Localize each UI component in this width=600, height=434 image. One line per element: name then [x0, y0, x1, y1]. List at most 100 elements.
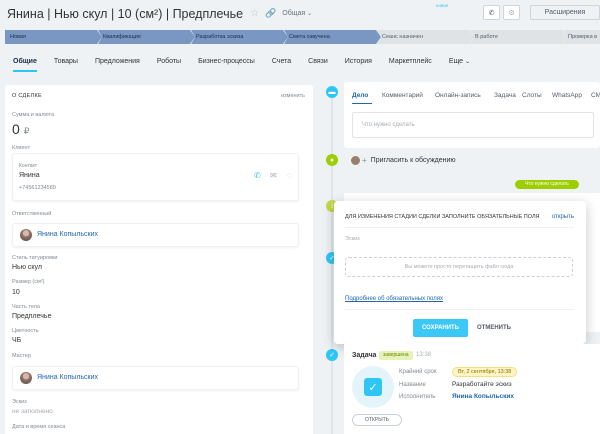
stage-estimate[interactable]: Смета озвучена [284, 30, 381, 44]
tab-task[interactable]: Задача [494, 92, 516, 99]
size-label: Размер (см²) [12, 279, 45, 285]
chat-icon[interactable]: ◌ [287, 171, 292, 180]
phone-icon: ✆ [488, 9, 495, 17]
task-icon: ✓ [326, 349, 338, 361]
open-link[interactable]: открыть [552, 214, 574, 220]
sketch-field-label: Эскиз [345, 236, 360, 242]
stage-review[interactable]: Проверка в [563, 30, 600, 44]
responsible-name[interactable]: Янина Копыльских [37, 231, 98, 238]
active-tab-underline [352, 103, 372, 104]
activity-editor: Дело Комментарий Онлайн-запись Задача Сл… [344, 82, 600, 148]
tab-business-processes[interactable]: Бизнес-процессы [198, 52, 255, 72]
currency-sign: ₽ [23, 126, 30, 136]
tab-robots[interactable]: Роботы [157, 52, 181, 72]
extensions-label: Расширения [544, 9, 586, 16]
stage-qualification[interactable]: Квалификация [98, 30, 195, 44]
gear-icon: ⚙ [508, 9, 515, 17]
master-name[interactable]: Янина Копыльских [37, 374, 98, 381]
tab-invoices[interactable]: Счета [272, 52, 291, 72]
tab-comment[interactable]: Комментарий [382, 92, 423, 99]
invite-label: Пригласить к обсуждению [370, 157, 456, 164]
stage-pipeline: Новая Квалификация Разработка эскиза Сме… [5, 30, 600, 44]
responsible-user[interactable]: Янина Копыльских [12, 223, 299, 247]
contact-phone[interactable]: +74561234589 [19, 185, 56, 191]
divider [345, 309, 574, 310]
todo-badge: Что нужно сделать [515, 180, 579, 189]
cancel-button[interactable]: ОТМЕНИТЬ [474, 319, 514, 337]
star-icon[interactable]: ☆ [250, 8, 259, 19]
required-fields-popup: ДЛЯ ИЗМЕНЕНИЯ СТАДИИ СДЕЛКИ ЗАПОЛНИТЕ ОБ… [334, 201, 586, 344]
phone-button[interactable]: ✆ [483, 5, 500, 20]
tab-marketplace[interactable]: Маркетплейс [389, 52, 432, 72]
avatar [20, 372, 32, 384]
tab-links[interactable]: Связи [308, 52, 328, 72]
stage-new[interactable]: Новая [5, 30, 102, 44]
open-task-button[interactable]: ОТКРЫТЬ [352, 414, 402, 426]
contact-name[interactable]: Янина [19, 172, 40, 179]
tab-online-booking[interactable]: Онлайн-запись [435, 92, 481, 99]
phone-icon[interactable]: ✆ [254, 171, 261, 180]
master-user[interactable]: Янина Копыльских [12, 366, 299, 390]
deal-info-card: О СДЕЛКЕ изменить Сумма и валюта 0 ₽ Кли… [5, 85, 313, 434]
required-fields-link[interactable]: Подробнее об обязательных полях [345, 296, 443, 302]
tab-general[interactable]: Общие [13, 52, 37, 72]
stage-scheduled[interactable]: Сеанс назначен [377, 30, 474, 44]
category-label: Общая [282, 10, 306, 17]
popup-heading: ДЛЯ ИЗМЕНЕНИЯ СТАДИИ СДЕЛКИ ЗАПОЛНИТЕ ОБ… [345, 214, 540, 220]
tab-slots[interactable]: Слоты [522, 92, 542, 99]
tab-more-label: Еще [448, 58, 464, 65]
contact-label: Контакт [19, 163, 38, 169]
file-dropzone[interactable]: Вы можете просто перетащить файл сюда [345, 257, 573, 277]
settings-button[interactable]: ⚙ [503, 5, 520, 20]
contact-card: Контакт Янина +74561234589 ✆ ✉ ◌ [12, 153, 299, 201]
invite-to-discussion[interactable]: + Пригласить к обсуждению [351, 156, 456, 165]
body-part-label: Часть тела [12, 304, 40, 310]
tab-sms[interactable]: СМ [591, 92, 600, 99]
edit-link[interactable]: изменить [281, 93, 305, 99]
task-card: Задача завершена 13:38 ✓ Крайний срок Вт… [344, 344, 600, 434]
size-value: 10 [12, 289, 20, 296]
executor-name[interactable]: Янина Копыльских [452, 393, 514, 400]
timeline-item-bg [586, 202, 600, 332]
link-icon[interactable]: 🔗 [265, 8, 276, 19]
client-label: Клиент [12, 145, 31, 151]
task-time: 13:38 [416, 352, 432, 358]
category-dropdown[interactable]: Общая ⌄ [282, 10, 312, 17]
color-value: ЧБ [12, 337, 22, 344]
checkbox-icon: ✓ [364, 378, 382, 396]
tab-products[interactable]: Товары [54, 52, 78, 72]
chevron-down-icon: ⌄ [307, 11, 313, 17]
deadline-value[interactable]: Вт, 2 сентября, 13:38 [452, 367, 518, 377]
task-illustration: ✓ [352, 366, 394, 408]
tab-offers[interactable]: Предложения [95, 52, 140, 72]
sketch-value: не заполнено [12, 408, 53, 415]
save-button[interactable]: СОХРАНИТЬ [413, 319, 468, 337]
deadline-label: Крайний срок [399, 369, 437, 375]
status-badge: завершена [379, 351, 413, 360]
amount-value[interactable]: 0 ₽ [12, 121, 29, 137]
stage-sketch[interactable]: Разработка эскиза [191, 30, 288, 44]
activity-icon: ▬ [326, 86, 338, 98]
deal-tabs: Общие Товары Предложения Роботы Бизнес-п… [0, 52, 600, 72]
mail-icon[interactable]: ✉ [270, 171, 277, 180]
master-label: Мастер [12, 353, 32, 359]
responsible-label: Ответственный [12, 211, 52, 217]
style-value: Нью скул [12, 264, 42, 271]
comment-icon: ● [326, 154, 338, 166]
avatar [351, 156, 360, 165]
task-title: Задача [352, 352, 377, 359]
style-label: Стиль татуировки [12, 255, 58, 261]
stage-in-progress[interactable]: В работе [470, 30, 567, 44]
extensions-button[interactable]: Расширения [530, 5, 600, 20]
color-label: Цветность [12, 328, 39, 334]
amount-label: Сумма и валюта [12, 112, 55, 118]
section-title: О СДЕЛКЕ [12, 93, 42, 99]
tab-deal[interactable]: Дело [352, 92, 368, 99]
activity-input[interactable]: Что нужно сделать [352, 112, 594, 138]
tab-history[interactable]: История [345, 52, 372, 72]
new-badge: новое [436, 3, 449, 8]
sketch-label: Эскиз [12, 399, 27, 405]
tab-whatsapp[interactable]: WhatsApp [552, 92, 582, 99]
tab-more[interactable]: Еще ⌄ [449, 52, 470, 72]
body-part-value: Предплечье [12, 313, 52, 320]
